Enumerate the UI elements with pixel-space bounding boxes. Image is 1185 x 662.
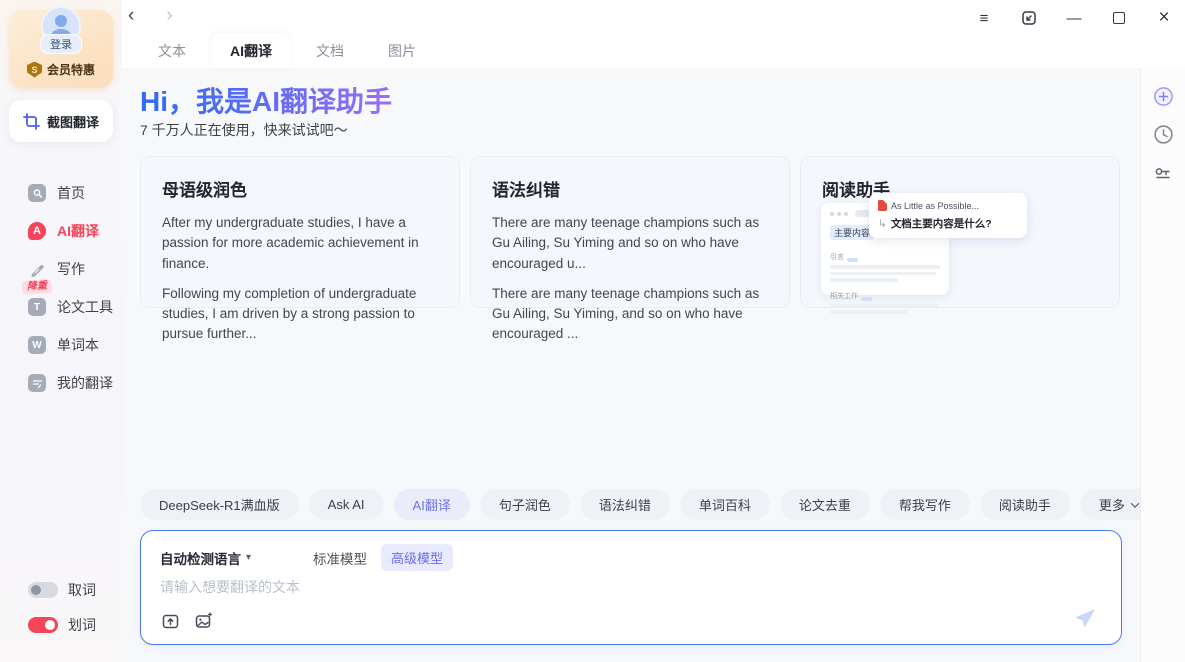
toggle-label: 取词 (68, 580, 96, 600)
menu-icon[interactable]: ≡ (975, 9, 993, 27)
feature-card-grammar[interactable]: 语法纠错 There are many teenage champions su… (470, 156, 790, 308)
page-title-purple: 翻译助手 (280, 86, 392, 117)
word-capture-toggle[interactable]: 取词 (0, 572, 122, 607)
pill-sentence-polish[interactable]: 句子润色 (480, 489, 570, 520)
pen-icon (28, 260, 46, 278)
tooltip-question: 文档主要内容是什么? (891, 216, 992, 231)
caret-down-icon: ▾ (246, 552, 251, 563)
pill-paper-dedup[interactable]: 论文去重 (780, 489, 870, 520)
sidebar-toggles: 取词 划词 (0, 572, 122, 642)
titlebar: ‹ › ≡ — × (122, 0, 1185, 36)
translate-input[interactable] (160, 577, 860, 611)
wordbook-icon: W (28, 336, 46, 354)
pill-word-encyclopedia[interactable]: 单词百科 (680, 489, 770, 520)
upload-file-icon[interactable] (160, 611, 180, 631)
pill-help-write[interactable]: 帮我写作 (880, 489, 970, 520)
language-selector[interactable]: 自动检测语言 ▾ (160, 548, 251, 568)
member-offer-label: 会员特惠 (47, 61, 95, 78)
right-rail (1140, 68, 1185, 662)
translate-input-panel: 自动检测语言 ▾ 标准模型 高级模型 (140, 530, 1122, 645)
card-title: 母语级润色 (162, 176, 438, 201)
avatar[interactable]: 登录 (39, 6, 83, 50)
page-subtitle: 7 千万人正在使用，快来试试吧～ (140, 120, 348, 140)
pdf-file-icon (878, 200, 887, 211)
more-label: 更多 (1099, 495, 1125, 514)
standard-model-button[interactable]: 标准模型 (313, 548, 367, 568)
tab-ai-translate[interactable]: AI翻译 (212, 34, 290, 68)
sidebar-item-writing[interactable]: 写作 (0, 250, 122, 288)
card-text: After my undergraduate studies, I have a… (162, 213, 438, 274)
sidebar-item-my-translations[interactable]: 我的翻译 (0, 364, 122, 402)
add-session-icon[interactable] (1152, 85, 1174, 107)
sidebar-item-home[interactable]: 首页 (0, 174, 122, 212)
reading-mock-tooltip: As Little as Possible... ↳ 文档主要内容是什么? (869, 193, 1027, 238)
pill-grammar-check[interactable]: 语法纠错 (580, 489, 670, 520)
mock-section-2: 相关工作 (830, 291, 858, 301)
key-icon[interactable] (1152, 163, 1174, 185)
member-shield-icon: S (27, 62, 42, 78)
discount-badge: 降重 (22, 279, 53, 295)
chevron-down-icon (1131, 499, 1139, 507)
main-content: Hi，我是AI翻译助手 7 千万人正在使用，快来试试吧～ 母语级润色 After… (122, 68, 1140, 662)
toggle-on-icon[interactable] (28, 617, 58, 633)
toggle-label: 划词 (68, 615, 96, 635)
my-translations-icon (28, 374, 46, 392)
tooltip-filename: As Little as Possible... (891, 201, 979, 211)
account-card[interactable]: 登录 S 会员特惠 (9, 10, 113, 88)
upload-image-icon[interactable] (193, 611, 213, 631)
pill-deepseek[interactable]: DeepSeek-R1满血版 (140, 489, 299, 520)
card-text: There are many teenage champions such as… (492, 284, 768, 345)
page-title-blue: Hi，我是AI (140, 86, 280, 117)
sidebar-item-label: AI翻译 (57, 221, 99, 241)
screenshot-translate-button[interactable]: 截图翻译 (9, 100, 113, 142)
toggle-off-icon[interactable] (28, 582, 58, 598)
crop-icon (23, 113, 40, 130)
paper-tools-icon: T (28, 298, 46, 316)
sidebar-nav: 首页 A AI翻译 写作 降重 T 论文工具 W 单词本 我的翻译 (0, 174, 122, 402)
sidebar-item-wordbook[interactable]: W 单词本 (0, 326, 122, 364)
nav-forward-icon[interactable]: › (166, 5, 172, 27)
tab-image[interactable]: 图片 (370, 34, 434, 68)
mock-section-1: 引言 (830, 252, 844, 262)
send-icon[interactable] (1073, 606, 1097, 630)
tab-document[interactable]: 文档 (298, 34, 362, 68)
minimize-icon[interactable]: — (1065, 9, 1083, 27)
maximize-icon[interactable] (1110, 9, 1128, 27)
pill-ask-ai[interactable]: Ask AI (309, 489, 384, 520)
nav-back-icon[interactable]: ‹ (128, 5, 134, 27)
feature-card-polish[interactable]: 母语级润色 After my undergraduate studies, I … (140, 156, 460, 308)
sidebar: 登录 S 会员特惠 截图翻译 首页 A AI翻译 写作 (0, 0, 122, 662)
ai-translate-icon: A (28, 222, 46, 240)
login-button[interactable]: 登录 (40, 34, 82, 54)
advanced-model-button[interactable]: 高级模型 (381, 544, 453, 571)
home-icon (28, 184, 46, 202)
sidebar-item-ai-translate[interactable]: A AI翻译 (0, 212, 122, 250)
sidebar-item-label: 单词本 (57, 335, 99, 355)
card-text: There are many teenage champions such as… (492, 213, 768, 274)
card-title: 语法纠错 (492, 176, 768, 201)
member-offer-button[interactable]: S 会员特惠 (9, 61, 113, 78)
close-icon[interactable]: × (1155, 9, 1173, 27)
sidebar-item-label: 写作 (57, 259, 85, 279)
quick-actions: DeepSeek-R1满血版 Ask AI AI翻译 句子润色 语法纠错 单词百… (140, 489, 1157, 520)
pill-reading-assistant[interactable]: 阅读助手 (980, 489, 1070, 520)
card-text: Following my completion of undergraduate… (162, 284, 438, 345)
mini-window-icon[interactable] (1020, 9, 1038, 27)
sidebar-item-paper-tools[interactable]: 降重 T 论文工具 (0, 288, 122, 326)
feature-card-reading[interactable]: 阅读助手 主要内容 引言 相关工作 As Little as Possible.… (800, 156, 1120, 308)
word-select-toggle[interactable]: 划词 (0, 607, 122, 642)
pill-ai-translate[interactable]: AI翻译 (394, 489, 470, 520)
return-arrow-icon: ↳ (878, 218, 887, 230)
mock-tab: 主要内容 (830, 225, 874, 240)
sidebar-item-label: 首页 (57, 183, 85, 203)
tab-text[interactable]: 文本 (140, 34, 204, 68)
sidebar-item-label: 论文工具 (57, 297, 113, 317)
sidebar-item-label: 我的翻译 (57, 373, 113, 393)
language-selector-label: 自动检测语言 (160, 548, 241, 568)
window-controls: ≡ — × (975, 0, 1173, 36)
page-title: Hi，我是AI翻译助手 (140, 80, 392, 120)
tabbar: 文本 AI翻译 文档 图片 (140, 38, 434, 68)
screenshot-translate-label: 截图翻译 (47, 112, 99, 131)
history-icon[interactable] (1152, 123, 1174, 145)
